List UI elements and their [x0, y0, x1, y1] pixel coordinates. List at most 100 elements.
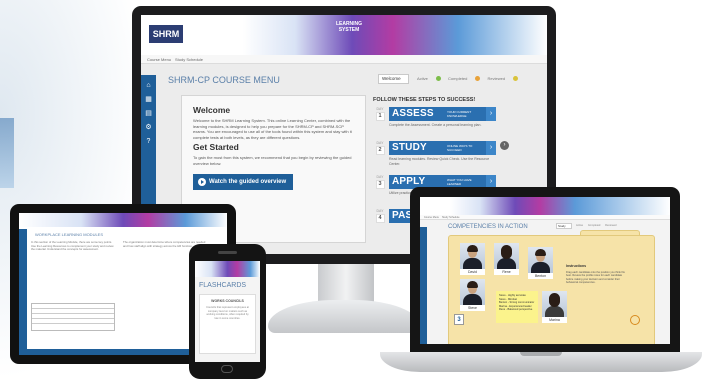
- candidate-name: David: [460, 269, 485, 275]
- legend-completed: Completed: [587, 224, 601, 227]
- step-subtitle: YOUR CURRENT KNOWLEDGE: [447, 110, 472, 118]
- sticky-line: Benton - Strong communicator: [499, 301, 535, 304]
- chart-icon[interactable]: ▤: [144, 109, 153, 118]
- brand-title: LEARNING SYSTEM: [335, 21, 363, 33]
- welcome-heading: Welcome: [193, 105, 231, 115]
- phone-home-button[interactable]: [221, 365, 233, 373]
- home-icon[interactable]: ⌂: [144, 81, 153, 90]
- legend-reviewed: Reviewed: [605, 224, 617, 227]
- step-day: DAY 1: [375, 107, 385, 121]
- step-day: DAY 4: [375, 209, 385, 223]
- tablet-page-title: WORKPLACE LEARNING MODULES: [35, 232, 104, 237]
- help-icon[interactable]: ?: [144, 137, 153, 146]
- legend-reviewed: Reviewed: [488, 76, 519, 81]
- step-day: DAY 2: [375, 141, 385, 155]
- flashcard-definition: Councils that represent employees at com…: [206, 306, 249, 320]
- laptop-header-banner: [420, 197, 670, 215]
- candidate-name: Rene: [494, 269, 519, 275]
- legend-active: Active: [576, 224, 584, 227]
- instructions-text: Drag each candidate onto the position yo…: [566, 270, 625, 285]
- nav-course-menu[interactable]: Course Menu: [147, 57, 171, 62]
- phone-header-banner: [195, 261, 260, 277]
- get-started-text: To gain the most from this system, we re…: [193, 155, 352, 166]
- play-icon: [198, 178, 206, 186]
- step-name: ASSESS: [392, 108, 434, 119]
- view-select[interactable]: Welcome: [378, 74, 409, 84]
- welcome-text: Welcome to the SHRM Learning System. Thi…: [193, 118, 352, 140]
- status-legend: Active Completed Reviewed: [417, 76, 524, 81]
- app-nav-bar: Course Menu Study Schedule: [141, 55, 547, 64]
- candidate-name: Marina: [542, 317, 567, 323]
- brand-logo[interactable]: SHRM: [149, 25, 183, 43]
- gear-icon[interactable]: ⚙: [144, 123, 153, 132]
- laptop-status-legend: Active Completed Reviewed: [576, 224, 620, 227]
- candidate-name: Steve: [460, 305, 485, 311]
- step-description: Complete the Assessment. Create a person…: [389, 123, 482, 127]
- chevron-right-icon: ›: [486, 107, 496, 121]
- chevron-right-icon: ›: [486, 141, 496, 155]
- laptop-notch: [520, 352, 562, 356]
- step-number-badge: 3: [454, 314, 464, 325]
- watch-overview-label: Watch the guided overview: [209, 179, 287, 185]
- candidate-name: Benton: [528, 273, 553, 279]
- active-dot-icon: [435, 76, 441, 81]
- completed-dot-icon: [475, 76, 481, 81]
- instructions-panel: Instructions Drag each candidate onto th…: [566, 264, 628, 285]
- background-device-edge: [0, 118, 14, 188]
- tablet-side-rail: [19, 229, 27, 355]
- candidate-card[interactable]: Marina: [542, 291, 567, 323]
- step-button[interactable]: ASSESS YOUR CURRENT KNOWLEDGE ›: [389, 107, 496, 121]
- laptop-nav-bar: Course Menu Study Schedule: [420, 215, 670, 220]
- flashcards-title: FLASHCARDS: [199, 282, 247, 289]
- phone-device: FLASHCARDS WORKS COUNCILS Councils that …: [189, 244, 266, 379]
- carousel-next-icon[interactable]: ›: [500, 141, 509, 150]
- timer-icon[interactable]: [630, 315, 640, 325]
- candidate-photo: [460, 243, 485, 269]
- monitor-stand-neck: [318, 264, 374, 304]
- phone-speaker: [218, 251, 237, 254]
- laptop-device: Course Menu Study Schedule COMPETENCIES …: [410, 187, 680, 352]
- candidate-photo: [494, 243, 519, 269]
- candidate-card[interactable]: Rene: [494, 243, 519, 275]
- step-subtitle: ONLINE WAYS TO SUCCEED: [447, 144, 473, 152]
- sticky-note: Steve - Highly accurate Steve - Mindset …: [496, 291, 538, 323]
- laptop-page-title: COMPETENCIES IN ACTION: [448, 224, 528, 230]
- legend-completed: Completed: [448, 76, 481, 81]
- step-button[interactable]: STUDY ONLINE WAYS TO SUCCEED ›: [389, 141, 496, 155]
- steps-title: FOLLOW THESE STEPS TO SUCCESS!: [373, 97, 476, 103]
- candidate-card[interactable]: David: [460, 243, 485, 275]
- tablet-header-banner: [19, 213, 227, 227]
- flashcard[interactable]: WORKS COUNCILS Councils that represent e…: [199, 294, 256, 354]
- step-description: Read learning modules. Review Quick Chec…: [389, 157, 490, 166]
- get-started-heading: Get Started: [193, 142, 239, 152]
- candidate-photo: [542, 291, 567, 317]
- sticky-line: Rene - Balanced perspective: [499, 308, 533, 311]
- calendar-icon[interactable]: ▦: [144, 95, 153, 104]
- monitor-stand-base: [268, 300, 420, 333]
- legend-active: Active: [417, 76, 441, 81]
- candidate-photo: [460, 279, 485, 305]
- nav-study-schedule[interactable]: Study Schedule: [175, 57, 203, 62]
- step-name: APPLY: [392, 176, 426, 187]
- step-day: DAY 3: [375, 175, 385, 189]
- tablet-table: [31, 303, 115, 331]
- nav-course-menu[interactable]: Course Menu: [424, 216, 439, 219]
- candidate-card[interactable]: Benton: [528, 247, 553, 279]
- flashcard-term: WORKS COUNCILS: [211, 299, 244, 303]
- candidate-card[interactable]: Steve: [460, 279, 485, 311]
- instructions-title: Instructions: [566, 264, 587, 268]
- reviewed-dot-icon: [513, 76, 519, 81]
- candidate-photo: [528, 247, 553, 273]
- watch-overview-button[interactable]: Watch the guided overview: [193, 174, 293, 190]
- laptop-side-rail: [420, 227, 427, 344]
- nav-study-schedule[interactable]: Study Schedule: [442, 216, 460, 219]
- page-title: SHRM-CP COURSE MENU: [168, 75, 280, 85]
- step-name: STUDY: [392, 142, 427, 153]
- laptop-screen: Course Menu Study Schedule COMPETENCIES …: [420, 197, 670, 344]
- app-header-banner: SHRM LEARNING SYSTEM: [141, 15, 547, 55]
- step-subtitle: WHAT YOU HAVE LEARNED: [447, 178, 472, 186]
- phone-screen: FLASHCARDS WORKS COUNCILS Councils that …: [195, 261, 260, 362]
- table-row: [32, 319, 114, 324]
- tablet-left-column: In this section of the Learning Module, …: [31, 240, 114, 252]
- laptop-view-select[interactable]: Study: [556, 223, 572, 229]
